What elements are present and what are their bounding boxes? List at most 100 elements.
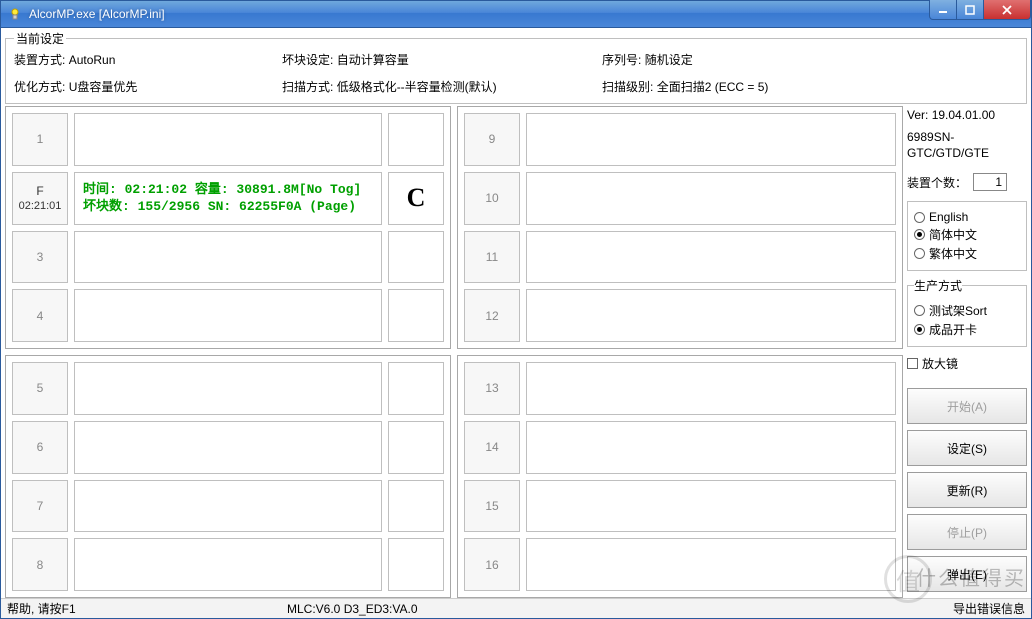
maximize-button[interactable]	[956, 0, 984, 20]
slot-index-label: 3	[37, 250, 44, 264]
checkbox-icon	[907, 358, 918, 369]
scanlevel-value: 全面扫描2 (ECC = 5)	[657, 78, 769, 95]
slot-row: 8	[12, 538, 444, 591]
slot-index-label: 5	[37, 381, 44, 395]
status-help: 帮助, 请按F1	[7, 600, 287, 617]
slot-status-area	[526, 421, 896, 474]
slot-index-button[interactable]: 7	[12, 480, 68, 533]
slot-row: 13	[464, 362, 896, 415]
slot-index-label: 9	[489, 132, 496, 146]
slot-row: 5	[12, 362, 444, 415]
slot-status-area	[526, 231, 896, 284]
slot-index-button[interactable]: 12	[464, 289, 520, 342]
slot-row: 7	[12, 480, 444, 533]
slot-index-button[interactable]: 13	[464, 362, 520, 415]
slot-row: 3	[12, 231, 444, 284]
install-mode-label: 装置方式:	[14, 51, 65, 68]
slot-index-button[interactable]: 15	[464, 480, 520, 533]
slot-index-button[interactable]: 4	[12, 289, 68, 342]
radio-icon	[914, 324, 925, 335]
slot-index-button[interactable]: 5	[12, 362, 68, 415]
radio-icon	[914, 248, 925, 259]
lang-sc-radio[interactable]: 简体中文	[914, 226, 1020, 243]
slot-index-button[interactable]: 3	[12, 231, 68, 284]
slot-status-area	[526, 172, 896, 225]
lang-tc-label: 繁体中文	[929, 245, 977, 262]
slot-row: 14	[464, 421, 896, 474]
chip-model: 6989SN-GTC/GTD/GTE	[907, 130, 1027, 161]
slot-index-button[interactable]: 9	[464, 113, 520, 166]
slot-status-area	[526, 538, 896, 591]
minimize-button[interactable]	[929, 0, 957, 20]
slot-status-area	[526, 480, 896, 533]
slot-index-label: 10	[485, 191, 498, 205]
status-right[interactable]: 导出错误信息	[953, 600, 1025, 617]
version-value: 19.04.01.00	[932, 108, 995, 122]
slot-row: 12	[464, 289, 896, 342]
slot-index-button[interactable]: 14	[464, 421, 520, 474]
magnifier-checkbox[interactable]: 放大镜	[907, 355, 1027, 372]
version-label: Ver:	[907, 108, 928, 122]
status-mid: MLC:V6.0 D3_ED3:VA.0	[287, 602, 953, 616]
lang-sc-label: 简体中文	[929, 226, 977, 243]
scanmode-value: 低级格式化--半容量检测(默认)	[337, 78, 497, 95]
radio-icon	[914, 212, 925, 223]
client-area: 当前设定 装置方式: AutoRun 优化方式: U盘容量优先 坏块设定: 自	[0, 28, 1032, 619]
slot-status-area	[74, 538, 382, 591]
lang-english-radio[interactable]: English	[914, 210, 1020, 224]
slot-index-label: 15	[485, 499, 498, 513]
start-button[interactable]: 开始(A)	[907, 388, 1027, 424]
slot-row: 4	[12, 289, 444, 342]
slot-index-label: 16	[485, 558, 498, 572]
current-settings-group: 当前设定 装置方式: AutoRun 优化方式: U盘容量优先 坏块设定: 自	[5, 30, 1027, 104]
slot-result-cell	[388, 362, 444, 415]
slot-result-cell	[388, 480, 444, 533]
slot-index-label: 4	[37, 309, 44, 323]
slot-index-button[interactable]: 11	[464, 231, 520, 284]
slot-status-area	[74, 421, 382, 474]
slot-row: 10	[464, 172, 896, 225]
window-buttons	[930, 0, 1031, 20]
production-mode-group: 生产方式 测试架Sort 成品开卡	[907, 277, 1027, 347]
slot-result-cell	[388, 231, 444, 284]
setup-button[interactable]: 设定(S)	[907, 430, 1027, 466]
lang-tc-radio[interactable]: 繁体中文	[914, 245, 1020, 262]
window-title: AlcorMP.exe [AlcorMP.ini]	[29, 7, 165, 21]
window-titlebar: AlcorMP.exe [AlcorMP.ini]	[0, 0, 1032, 28]
slot-row: 16	[464, 538, 896, 591]
scanmode-label: 扫描方式:	[282, 78, 333, 95]
slot-index-label: 12	[485, 309, 498, 323]
slot-quadrant: 9 10 11 12	[457, 106, 903, 349]
side-panel: Ver: 19.04.01.00 6989SN-GTC/GTD/GTE 装置个数…	[907, 106, 1027, 598]
slot-status-area	[526, 362, 896, 415]
slot-result-cell	[388, 538, 444, 591]
slot-quadrant: 13 14 15 16	[457, 355, 903, 598]
slot-status-area	[74, 113, 382, 166]
slot-status-line: 时间: 02:21:02 容量: 30891.8M[No Tog]	[83, 181, 373, 199]
slot-index-label: F	[36, 184, 43, 198]
device-count-value: 1	[973, 173, 1007, 191]
language-group: English 简体中文 繁体中文	[907, 201, 1027, 271]
mode-sort-radio[interactable]: 测试架Sort	[914, 302, 1020, 319]
stop-button[interactable]: 停止(P)	[907, 514, 1027, 550]
slot-index-label: 1	[37, 132, 44, 146]
close-button[interactable]	[983, 0, 1031, 20]
slot-status-area	[526, 289, 896, 342]
radio-icon	[914, 229, 925, 240]
slot-status-area	[526, 113, 896, 166]
production-mode-legend: 生产方式	[914, 277, 962, 294]
slot-index-button[interactable]: 8	[12, 538, 68, 591]
eject-button[interactable]: 弹出(E)	[907, 556, 1027, 592]
slot-status-area	[74, 480, 382, 533]
refresh-button[interactable]: 更新(R)	[907, 472, 1027, 508]
slot-index-button[interactable]: 6	[12, 421, 68, 474]
radio-icon	[914, 305, 925, 316]
slot-status-area	[74, 289, 382, 342]
serial-value: 随机设定	[645, 51, 693, 68]
mode-card-radio[interactable]: 成品开卡	[914, 321, 1020, 338]
slot-index-button[interactable]: 1	[12, 113, 68, 166]
slot-index-button[interactable]: F02:21:01	[12, 172, 68, 225]
slot-index-button[interactable]: 16	[464, 538, 520, 591]
slot-index-button[interactable]: 10	[464, 172, 520, 225]
device-count-label: 装置个数：	[907, 174, 967, 191]
